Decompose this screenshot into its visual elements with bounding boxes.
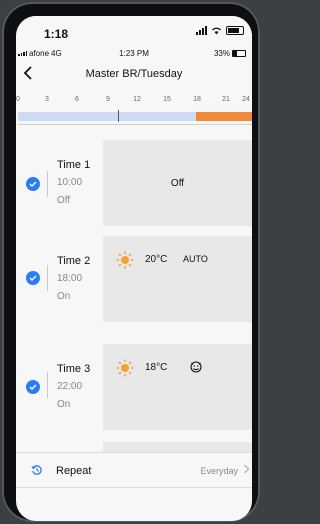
divider [18, 124, 252, 125]
schedule-row: Time 1 10:00 Off Off [16, 140, 252, 232]
system-time: 1:18 [44, 27, 69, 41]
checkmark-icon[interactable] [26, 380, 40, 394]
carrier-name: afone [29, 49, 50, 58]
navigation-bar: Master BR/Tuesday [16, 62, 252, 88]
schedule-setting-card[interactable]: 20°C AUTO [103, 236, 252, 322]
battery-percent: 33% [213, 49, 230, 58]
system-status-bar: 1:18 [16, 16, 252, 44]
history-icon [31, 465, 42, 475]
timeline-tick: 12 [133, 96, 141, 103]
timeline-current-marker [118, 110, 119, 122]
day-timeline: 0 3 6 9 12 15 18 21 24 [16, 96, 252, 136]
divider [16, 487, 252, 488]
schedule-row: Time 2 18:00 On 20°C AUTO [16, 236, 252, 328]
wifi-icon [212, 27, 221, 35]
schedule-label: Time 3 [57, 363, 91, 375]
schedule-setting-card[interactable]: 18°C [103, 344, 252, 430]
fan-face-icon [190, 361, 202, 373]
repeat-label: Repeat [56, 465, 92, 477]
timeline-tick: 3 [45, 96, 49, 103]
signal-icon [196, 26, 207, 35]
schedule-time: 10:00 [57, 177, 83, 188]
setting-temperature: 20°C [145, 254, 168, 265]
battery-info: 33% [214, 49, 246, 58]
checkmark-icon[interactable] [26, 177, 40, 191]
timeline-tick: 21 [222, 96, 230, 103]
repeat-row[interactable]: Repeat Everyday [16, 453, 252, 487]
schedule-state: Off [57, 195, 71, 206]
timeline-tick: 15 [163, 96, 171, 103]
setting-off-text: Off [170, 178, 185, 189]
carrier-info: afone 4G [18, 49, 62, 58]
signal-icon [18, 51, 27, 56]
chevron-right-icon [243, 463, 250, 477]
divider [47, 265, 48, 291]
screen: 1:18 1:23 PM afone 4G 33% Master BR/Tues… [16, 16, 252, 521]
phone-frame: 1:18 1:23 PM afone 4G 33% Master BR/Tues… [2, 2, 260, 522]
timeline-tick: 0 [16, 96, 20, 103]
schedule-row: Time 3 22:00 On 18°C [16, 332, 252, 430]
timeline-tick: 9 [106, 96, 110, 103]
schedule-state: On [57, 291, 71, 302]
schedule-time: 22:00 [57, 381, 83, 392]
system-status-icons [196, 26, 244, 35]
battery-icon [232, 50, 246, 57]
battery-icon [226, 26, 244, 35]
repeat-value: Everyday [200, 466, 238, 476]
sun-icon [116, 359, 134, 377]
page-title: Master BR/Tuesday [85, 68, 183, 80]
schedule-time: 18:00 [57, 273, 83, 284]
setting-mode: AUTO [183, 254, 208, 264]
schedule-label: Time 1 [57, 159, 91, 171]
checkmark-icon[interactable] [26, 271, 40, 285]
app-status-bar: 1:23 PM afone 4G 33% [16, 44, 252, 62]
timeline-active-segment [196, 112, 252, 121]
setting-temperature: 18°C [145, 362, 168, 373]
sun-icon [116, 251, 134, 269]
schedule-setting-card[interactable]: Off [103, 140, 252, 226]
timeline-tick: 18 [193, 96, 201, 103]
divider [47, 171, 48, 197]
divider [47, 372, 48, 398]
timeline-tick: 24 [242, 96, 250, 103]
network-type: 4G [51, 49, 62, 58]
schedule-setting-card [103, 442, 252, 452]
schedule-label: Time 2 [57, 255, 91, 267]
timeline-tick: 6 [75, 96, 79, 103]
schedule-state: On [57, 399, 71, 410]
